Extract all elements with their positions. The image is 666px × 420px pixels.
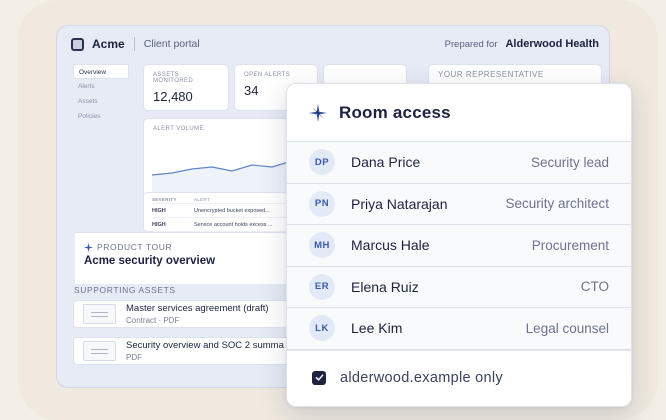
- member-name: Priya Natarajan: [351, 195, 448, 212]
- stat-label: OPEN ALERTS: [244, 72, 290, 78]
- column-severity: SEVERITY: [152, 196, 177, 202]
- brand-name: Acme: [92, 37, 125, 51]
- nav-item-policies[interactable]: Policies: [73, 109, 129, 124]
- document-icon: [83, 304, 116, 324]
- popover-header: Room access: [287, 84, 631, 142]
- room-access-popover: Room access DP Dana Price Security lead …: [286, 83, 632, 407]
- domain-restriction: alderwood.example only: [287, 349, 631, 405]
- asset-name: Security overview and SOC 2 summa: [126, 340, 284, 351]
- checkmark-icon: [315, 374, 323, 381]
- asset-meta: Contract · PDF: [126, 316, 180, 325]
- member-name: Marcus Hale: [351, 237, 430, 254]
- stat-card-assets: ASSETS MONITORED 12,480: [143, 64, 229, 111]
- document-icon: [83, 341, 116, 361]
- asset-item[interactable]: Master services agreement (draft) Contra…: [73, 300, 293, 328]
- avatar: DP: [309, 149, 335, 176]
- logo-icon: [71, 37, 84, 51]
- avatar: ER: [309, 273, 335, 300]
- portal-header: Acme Client portal Prepared for Alderwoo…: [57, 26, 609, 62]
- member-row[interactable]: MH Marcus Hale Procurement: [287, 225, 631, 267]
- member-name: Elena Ruiz: [351, 278, 419, 295]
- sparkle-icon: [84, 242, 93, 252]
- member-name: Dana Price: [351, 154, 421, 171]
- member-role: Procurement: [531, 237, 609, 253]
- domain-restriction-checkbox[interactable]: [312, 370, 326, 385]
- member-name: Lee Kim: [351, 320, 403, 337]
- popover-title: Room access: [339, 102, 451, 122]
- member-role: Legal counsel: [525, 320, 609, 336]
- severity-cell: HIGH: [152, 221, 166, 228]
- member-row[interactable]: ER Elena Ruiz CTO: [287, 266, 631, 308]
- member-list: DP Dana Price Security lead PN Priya Nat…: [287, 142, 631, 350]
- compass-star-icon: [309, 103, 327, 122]
- avatar: LK: [309, 315, 335, 342]
- member-role: Security architect: [505, 196, 609, 212]
- portal-label: Client portal: [143, 38, 200, 50]
- client-name: Alderwood Health: [505, 38, 599, 50]
- domain-restriction-label: alderwood.example only: [340, 369, 503, 386]
- member-row[interactable]: LK Lee Kim Legal counsel: [287, 308, 631, 350]
- header-divider: [133, 37, 135, 51]
- sidebar-nav: Overview Alerts Assets Policies: [73, 64, 129, 124]
- member-row[interactable]: PN Priya Natarajan Security architect: [287, 183, 631, 225]
- nav-item-alerts[interactable]: Alerts: [73, 79, 129, 94]
- member-role: Security lead: [530, 154, 609, 170]
- avatar: MH: [309, 232, 335, 259]
- asset-name: Master services agreement (draft): [126, 303, 269, 314]
- member-role: CTO: [580, 279, 609, 295]
- supporting-assets-heading: SUPPORTING ASSETS: [74, 285, 176, 295]
- stat-value: 12,480: [153, 89, 193, 104]
- severity-cell: HIGH: [152, 207, 166, 214]
- asset-meta: PDF: [126, 353, 142, 362]
- stat-label: ASSETS MONITORED: [153, 72, 194, 84]
- avatar: PN: [309, 190, 335, 217]
- asset-item[interactable]: Security overview and SOC 2 summa PDF: [73, 337, 293, 365]
- representative-label: YOUR REPRESENTATIVE: [438, 70, 544, 79]
- nav-item-overview[interactable]: Overview: [73, 64, 129, 79]
- member-row[interactable]: DP Dana Price Security lead: [287, 142, 631, 184]
- nav-item-assets[interactable]: Assets: [73, 94, 129, 109]
- prepared-for-label: Prepared for: [444, 38, 498, 50]
- chart-title: ALERT VOLUME: [153, 126, 204, 132]
- tour-label-text: PRODUCT TOUR: [97, 242, 173, 252]
